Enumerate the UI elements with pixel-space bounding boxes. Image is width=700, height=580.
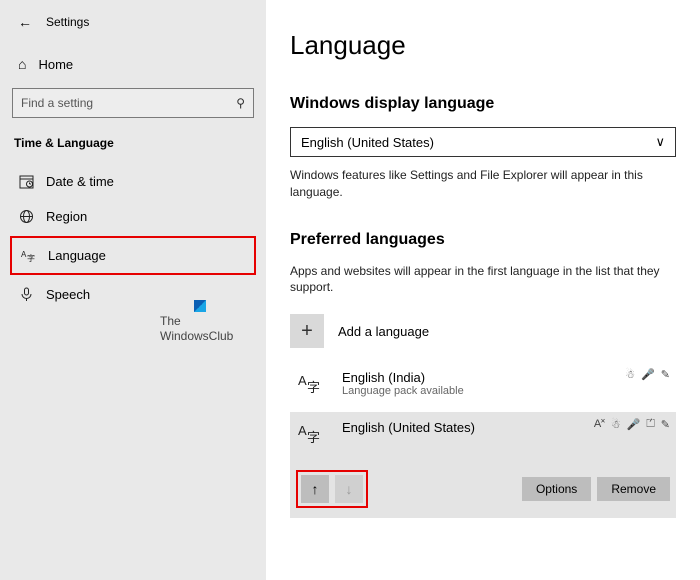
watermark: The WindowsClub: [160, 300, 233, 343]
watermark-logo-icon: [194, 300, 206, 312]
home-icon: ⌂: [18, 56, 26, 72]
watermark-line2: WindowsClub: [160, 329, 233, 343]
language-feature-icons: A˟ ☃ 🎤 ⏍ ✎: [594, 418, 670, 431]
nav-date-label: Date & time: [46, 174, 114, 189]
add-language-button[interactable]: + Add a language: [290, 310, 676, 362]
display-icon: A˟: [594, 418, 605, 431]
nav-language-label: Language: [48, 248, 106, 263]
nav-region-label: Region: [46, 209, 87, 224]
calendar-icon: [18, 174, 34, 189]
language-sub: Language pack available: [342, 385, 464, 397]
language-action-bar: ↑ ↓ Options Remove: [290, 462, 676, 518]
ocr-icon: ⏍: [646, 418, 654, 431]
display-language-value: English (United States): [301, 135, 434, 150]
speech-icon: 🎤: [627, 418, 641, 431]
language-item-india[interactable]: A 字 English (India) Language pack availa…: [290, 362, 676, 412]
language-glyph-icon: A 字: [296, 420, 330, 454]
add-language-label: Add a language: [338, 324, 429, 339]
search-input[interactable]: Find a setting ⚲: [12, 88, 254, 118]
preferred-languages-desc: Apps and websites will appear in the fir…: [290, 263, 676, 297]
back-icon[interactable]: ←: [18, 14, 32, 30]
text-to-speech-icon: ☃: [611, 418, 621, 431]
display-language-desc: Windows features like Settings and File …: [290, 167, 676, 201]
language-icon: A字: [20, 248, 36, 263]
search-icon: ⚲: [236, 96, 245, 110]
page-title: Language: [290, 30, 676, 61]
language-text: English (United States): [342, 420, 475, 435]
microphone-icon: [18, 287, 34, 302]
move-up-button[interactable]: ↑: [301, 475, 329, 503]
nav-home-label: Home: [38, 57, 73, 72]
language-name: English (United States): [342, 420, 475, 435]
globe-icon: [18, 209, 34, 224]
header-row: ← Settings: [10, 10, 256, 50]
svg-text:字: 字: [27, 253, 35, 263]
nav-speech-label: Speech: [46, 287, 90, 302]
language-name: English (India): [342, 370, 464, 385]
chevron-down-icon: ∨: [655, 134, 665, 150]
remove-button[interactable]: Remove: [597, 477, 670, 501]
nav-date-time[interactable]: Date & time: [10, 164, 256, 199]
nav-language[interactable]: A字 Language: [10, 236, 256, 275]
language-item-us[interactable]: A 字 English (United States) A˟ ☃ 🎤 ⏍ ✎: [290, 412, 676, 462]
language-text: English (India) Language pack available: [342, 370, 464, 397]
text-to-speech-icon: ☃: [625, 368, 635, 381]
section-heading: Time & Language: [10, 136, 256, 164]
reorder-buttons: ↑ ↓: [296, 470, 368, 508]
preferred-languages-heading: Preferred languages: [290, 231, 676, 249]
language-glyph-icon: A 字: [296, 370, 330, 404]
options-button[interactable]: Options: [522, 477, 591, 501]
main-panel: Language Windows display language Englis…: [266, 0, 700, 580]
settings-title: Settings: [46, 15, 89, 29]
language-feature-icons: ☃ 🎤 ✎: [625, 368, 670, 381]
nav-region[interactable]: Region: [10, 199, 256, 234]
language-buttons: Options Remove: [522, 477, 670, 501]
display-language-heading: Windows display language: [290, 95, 676, 113]
search-placeholder: Find a setting: [21, 96, 93, 110]
display-language-dropdown[interactable]: English (United States) ∨: [290, 127, 676, 157]
sidebar: ← Settings ⌂ Home Find a setting ⚲ Time …: [0, 0, 266, 580]
watermark-line1: The: [160, 314, 181, 328]
handwriting-icon: ✎: [661, 418, 670, 431]
move-down-button[interactable]: ↓: [335, 475, 363, 503]
handwriting-icon: ✎: [661, 368, 670, 381]
plus-icon: +: [290, 314, 324, 348]
nav-home[interactable]: ⌂ Home: [10, 50, 256, 78]
speech-icon: 🎤: [641, 368, 655, 381]
